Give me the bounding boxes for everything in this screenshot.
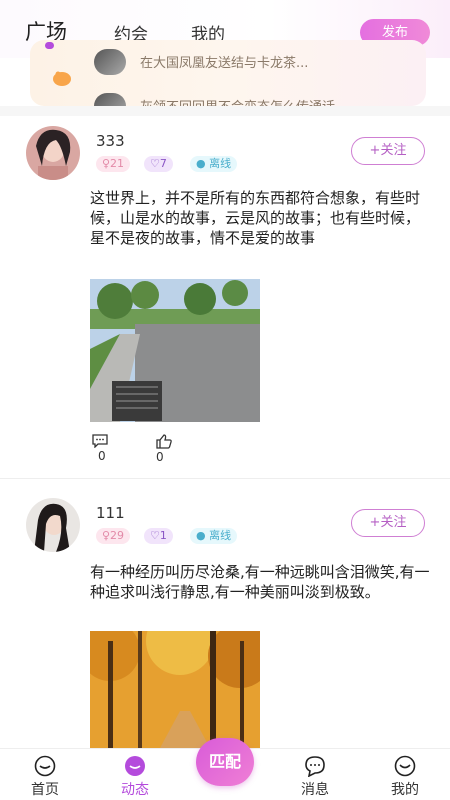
avatar[interactable]: [26, 498, 80, 552]
nav-mine[interactable]: 我的: [370, 749, 440, 799]
tab-indicator: [45, 42, 54, 49]
post-photo[interactable]: [90, 631, 260, 748]
age-badge: ♀21: [96, 156, 131, 172]
follow-button[interactable]: +关注: [351, 137, 425, 165]
notice-avatar: [94, 93, 126, 106]
post-text: 这世界上，并不是所有的东西都符合想象，有些时候，山是水的故事，云是风的故事；也有…: [90, 189, 421, 247]
profile-icon: [394, 755, 416, 777]
comment-icon: [92, 434, 108, 449]
age-badge: ♀29: [96, 528, 131, 544]
notice-banner[interactable]: 在大国凤凰友送结与卡龙茶... 灰领不回回里不会变态怎么传通话: [30, 40, 426, 106]
divider: [0, 478, 450, 479]
divider: [0, 106, 450, 116]
post-photo[interactable]: [90, 279, 260, 422]
nav-messages[interactable]: 消息: [280, 749, 350, 799]
megaphone-icon: [53, 71, 71, 86]
notice-text: 在大国凤凰友送结与卡龙茶...: [140, 56, 309, 71]
avatar[interactable]: [26, 126, 80, 180]
likes-badge: ♡7: [144, 156, 173, 172]
like-count[interactable]: 0: [156, 434, 172, 464]
post-card: 333 ♀21 ♡7 ● 离线 +关注 这世界上，并不是所有的东西都符合想象，有…: [0, 116, 450, 480]
comment-count[interactable]: 0: [92, 434, 108, 463]
notice-text: 灰领不回回里不会变态怎么传通话: [140, 96, 335, 106]
nav-feed[interactable]: 动态: [100, 749, 170, 799]
username: 333: [96, 132, 125, 150]
match-button[interactable]: 匹配: [196, 738, 254, 786]
post-text: 有一种经历叫历尽沧桑,有一种远眺叫含泪微笑,有一种追求叫浅行静思,有一种美丽叫淡…: [90, 563, 430, 601]
feed-icon: [125, 756, 145, 776]
post-card: 111 ♀29 ♡1 ● 离线 +关注 有一种经历叫历尽沧桑,有一种远眺叫含泪微…: [0, 488, 450, 748]
status-badge: ● 离线: [190, 156, 238, 172]
nav-home[interactable]: 首页: [10, 749, 80, 799]
follow-button[interactable]: +关注: [351, 509, 425, 537]
likes-badge: ♡1: [144, 528, 173, 544]
username: 111: [96, 504, 125, 522]
status-badge: ● 离线: [190, 528, 238, 544]
message-icon: [305, 756, 325, 777]
notice-avatar: [94, 49, 126, 75]
thumbs-up-icon: [156, 434, 172, 449]
home-icon: [34, 755, 56, 777]
